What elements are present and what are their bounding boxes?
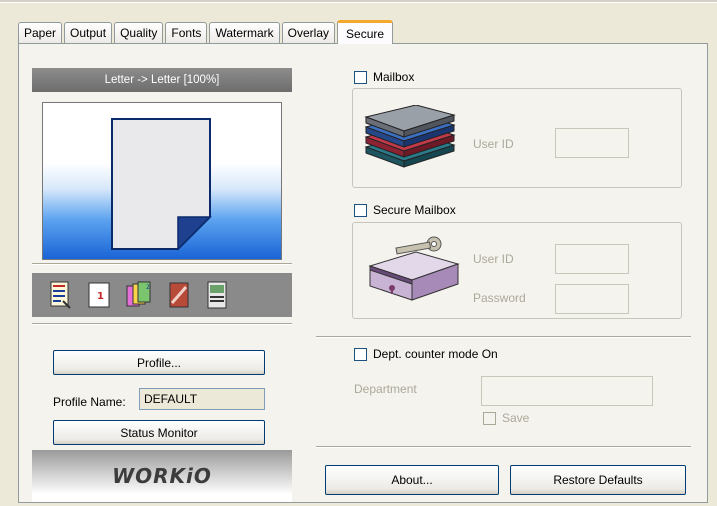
window-top-edge: [0, 0, 717, 3]
preview-title: Letter -> Letter [100%]: [32, 68, 292, 92]
tab-overlay[interactable]: Overlay: [281, 22, 336, 43]
password-label: Password: [473, 291, 526, 305]
profile-button[interactable]: Profile...: [53, 350, 265, 375]
secure-mailbox-label: Secure Mailbox: [373, 203, 456, 217]
collate-icon[interactable]: 2: [126, 281, 152, 309]
mailbox-label: Mailbox: [373, 70, 415, 84]
mailbox-user-id-label: User ID: [473, 137, 514, 151]
tab-watermark[interactable]: Watermark: [209, 22, 280, 43]
preview-column: Letter -> Letter [100%] 1 2 Profile... P…: [32, 68, 292, 502]
separator: [316, 446, 691, 448]
separator: [32, 323, 292, 325]
save-checkbox[interactable]: Save: [483, 411, 529, 425]
paper-preview-icon: [111, 118, 212, 251]
mailbox-checkbox-box[interactable]: [354, 70, 367, 84]
mailbox-user-id-input[interactable]: [555, 128, 629, 158]
booklet-icon[interactable]: [206, 281, 228, 309]
save-label: Save: [502, 411, 530, 425]
about-button[interactable]: About...: [325, 465, 499, 495]
profile-name-label: Profile Name:: [53, 395, 126, 409]
layout-icon-strip: 1 2: [32, 273, 292, 317]
secure-mailbox-checkbox[interactable]: Secure Mailbox: [354, 203, 456, 217]
brand-name: WORKiO: [112, 464, 212, 488]
save-checkbox-box[interactable]: [483, 411, 496, 425]
dept-counter-label: Dept. counter mode On: [373, 347, 498, 361]
tab-fonts[interactable]: Fonts: [165, 22, 208, 43]
page-number-icon[interactable]: 1: [88, 281, 110, 309]
password-input[interactable]: [555, 284, 629, 314]
restore-defaults-button[interactable]: Restore Defaults: [510, 465, 686, 495]
svg-text:2: 2: [146, 284, 150, 291]
secure-user-id-label: User ID: [473, 252, 514, 266]
department-input[interactable]: [481, 376, 653, 406]
document-lines-icon[interactable]: [50, 281, 72, 309]
stamp-icon[interactable]: [168, 281, 190, 309]
tab-quality[interactable]: Quality: [114, 22, 164, 43]
secure-user-id-input[interactable]: [555, 244, 629, 274]
separator: [32, 263, 292, 265]
page-preview: [42, 102, 282, 260]
dept-counter-checkbox[interactable]: Dept. counter mode On: [354, 347, 498, 361]
status-monitor-button[interactable]: Status Monitor: [53, 420, 265, 445]
mailbox-checkbox[interactable]: Mailbox: [354, 70, 414, 84]
tab-paper[interactable]: Paper: [18, 22, 63, 43]
separator: [316, 336, 691, 338]
tab-bar: Paper Output Quality Fonts Watermark Ove…: [18, 20, 395, 44]
mailbox-trays-icon: [364, 105, 456, 168]
profile-name-field[interactable]: DEFAULT: [139, 388, 265, 410]
tab-output[interactable]: Output: [64, 22, 113, 43]
brand-logo: WORKiO: [32, 450, 292, 502]
svg-text:1: 1: [97, 291, 104, 302]
secure-mailbox-checkbox-box[interactable]: [354, 203, 367, 217]
dept-counter-checkbox-box[interactable]: [354, 347, 367, 361]
department-label: Department: [354, 382, 417, 396]
locked-box-icon: [368, 236, 460, 301]
tab-secure[interactable]: Secure: [337, 20, 394, 44]
